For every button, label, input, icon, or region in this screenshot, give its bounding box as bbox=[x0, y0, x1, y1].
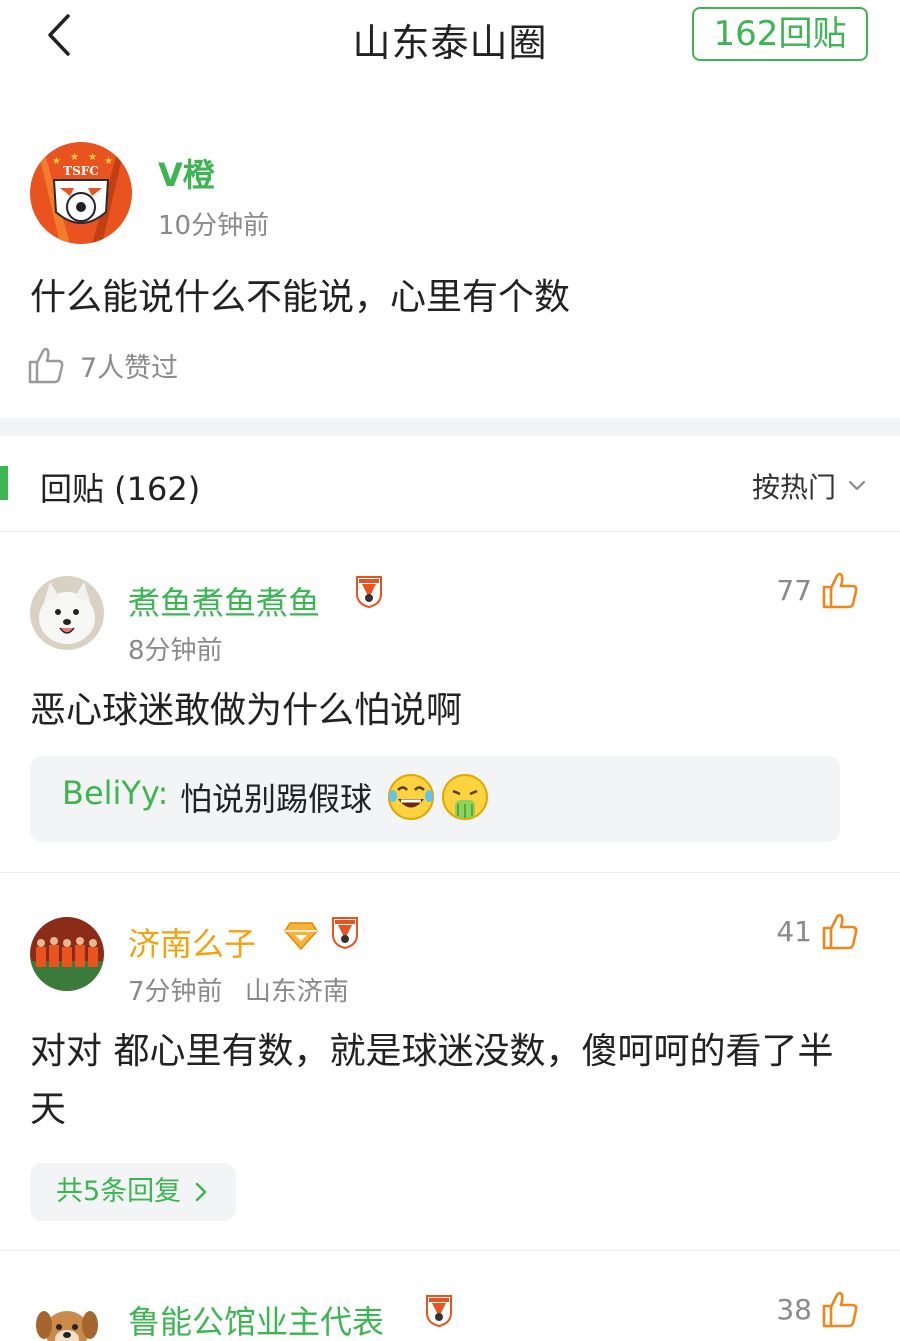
comment-item: 鲁能公馆业主代表 38 bbox=[0, 1251, 900, 1341]
more-replies-label: 共5条回复 bbox=[56, 1176, 182, 1207]
comment-content: 恶心球迷敢做为什么怕说啊 bbox=[30, 690, 463, 731]
svg-text:★: ★ bbox=[104, 156, 113, 167]
laughing-emoji-icon bbox=[388, 774, 434, 820]
sick-emoji-icon bbox=[442, 774, 488, 820]
replies-title: 回贴 (162) bbox=[40, 470, 201, 508]
svg-text:★: ★ bbox=[70, 152, 79, 163]
post-like-count: 7人赞过 bbox=[80, 352, 179, 384]
comment-like-count: 77 bbox=[776, 573, 812, 607]
post-content: 什么能说什么不能说，心里有个数 bbox=[30, 277, 571, 318]
comment-item: 煮鱼煮鱼煮鱼 8分钟前 77 恶心球迷敢做为什么怕说啊 BeliYy: 怕说别踢… bbox=[0, 532, 900, 872]
quoted-text: 怕说别踢假球 bbox=[180, 780, 373, 818]
mascot-avatar-icon bbox=[30, 1295, 104, 1341]
comment-like-button[interactable]: 38 bbox=[776, 1289, 860, 1329]
comment-like-button[interactable]: 41 bbox=[776, 911, 860, 951]
comment-content: 对对 都心里有数，就是球迷没数，傻呵呵的看了半天 bbox=[30, 1031, 834, 1130]
replies-header: 回贴 (162) 按热门 bbox=[0, 436, 900, 532]
comment-item: 济南么子 7分钟前 山东济南 41 对对 都心里有数，就是球迷没数，傻呵呵的看了… bbox=[0, 873, 900, 1250]
comment-like-button[interactable]: 77 bbox=[776, 570, 860, 610]
svg-text:TSFC: TSFC bbox=[63, 164, 99, 178]
chevron-down-icon bbox=[848, 480, 866, 491]
post-timestamp: 10分钟前 bbox=[158, 211, 270, 241]
comment-username[interactable]: 煮鱼煮鱼煮鱼 bbox=[128, 578, 320, 624]
avatar[interactable] bbox=[30, 917, 104, 991]
thumbs-up-icon bbox=[28, 347, 64, 384]
comment-like-count: 38 bbox=[776, 1292, 812, 1326]
quoted-username[interactable]: BeliYy: bbox=[62, 774, 168, 812]
avatar[interactable]: TSFC ★ ★ ★ ★ bbox=[30, 142, 132, 244]
sort-dropdown[interactable]: 按热门 bbox=[752, 466, 872, 506]
post-username[interactable]: V橙 bbox=[158, 150, 215, 196]
team-logo-icon: TSFC ★ ★ ★ ★ bbox=[30, 142, 132, 244]
svg-text:★: ★ bbox=[52, 156, 61, 167]
diamond-vip-icon bbox=[284, 922, 318, 951]
comment-meta: 8分钟前 bbox=[128, 630, 223, 667]
thumbs-up-icon bbox=[822, 1291, 858, 1328]
team-badge-icon bbox=[332, 917, 358, 950]
avatar[interactable] bbox=[30, 576, 104, 650]
dog-avatar-icon bbox=[30, 576, 104, 650]
comment-timestamp: 7分钟前 bbox=[128, 977, 223, 1007]
comment-timestamp: 8分钟前 bbox=[128, 636, 223, 666]
sort-label: 按热门 bbox=[751, 471, 836, 504]
comment-like-count: 41 bbox=[776, 914, 812, 948]
quoted-reply[interactable]: BeliYy: 怕说别踢假球 bbox=[30, 756, 840, 842]
team-badge-icon bbox=[356, 576, 382, 609]
team-badge-icon bbox=[426, 1295, 452, 1328]
team-photo-icon bbox=[30, 917, 104, 991]
comment-location: 山东济南 bbox=[244, 977, 349, 1007]
svg-text:★: ★ bbox=[88, 152, 97, 163]
chevron-right-icon bbox=[195, 1182, 207, 1202]
thumbs-up-icon bbox=[822, 572, 858, 609]
comment-meta: 7分钟前 山东济南 bbox=[128, 971, 349, 1008]
section-divider bbox=[0, 418, 900, 436]
comment-username[interactable]: 济南么子 bbox=[128, 919, 256, 965]
view-more-replies-button[interactable]: 共5条回复 bbox=[30, 1163, 236, 1221]
section-accent bbox=[0, 466, 8, 500]
post-like-button[interactable]: 7人赞过 bbox=[26, 344, 178, 386]
avatar[interactable] bbox=[30, 1295, 104, 1341]
thumbs-up-icon bbox=[822, 913, 858, 950]
comment-username[interactable]: 鲁能公馆业主代表 bbox=[128, 1297, 384, 1341]
reply-count-button[interactable]: 162回贴 bbox=[692, 7, 868, 61]
header-bar: 山东泰山圈 162回贴 bbox=[0, 0, 900, 80]
